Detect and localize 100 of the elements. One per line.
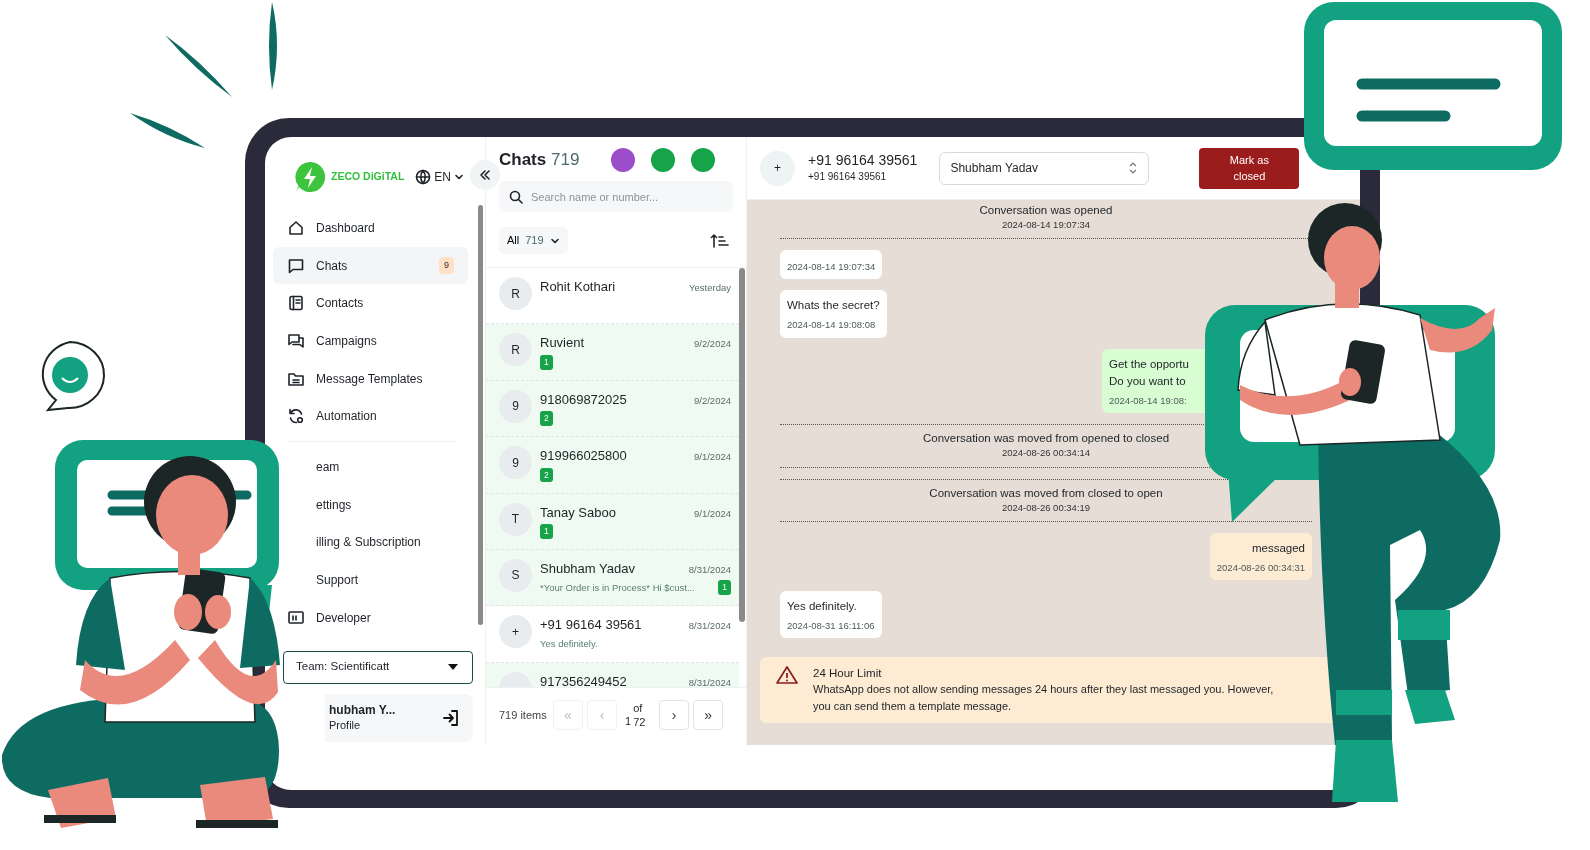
sort-icon[interactable] (710, 232, 730, 249)
warning-icon (776, 664, 798, 685)
nav-item[interactable]: Developer (285, 598, 371, 637)
chat-time: 8/31/2024 (688, 675, 731, 687)
avatar: 9 (499, 389, 532, 423)
chat-time: 8/31/2024 (688, 562, 731, 577)
event-text: Conversation was moved from closed to open (928, 485, 1164, 501)
unread-badge: 1 (718, 580, 731, 596)
contact-name: 918069872025 (540, 390, 627, 409)
chat-row[interactable]: T Tanay Saboo 9/1/2024 1 (486, 493, 739, 550)
message-text: messaged (1250, 540, 1305, 556)
search-field[interactable]: Search name or number... (499, 181, 733, 212)
address-book-icon (287, 294, 305, 313)
caret-icon (448, 663, 458, 672)
language-selector[interactable]: EN (415, 168, 464, 186)
logout-icon (441, 707, 461, 728)
assignee-select[interactable]: Shubham Yadav (939, 151, 1150, 185)
double-chevron-left-icon (478, 168, 492, 182)
item-count: 719 items (499, 707, 548, 723)
contact-name: Tanay Saboo (540, 503, 616, 522)
avatar: 9 (499, 446, 532, 480)
avatar: + (760, 150, 795, 186)
unread-badge: 1 (540, 354, 553, 370)
avatar: S (499, 558, 532, 592)
nav-item[interactable]: Message Templates (273, 359, 468, 398)
profile-link[interactable]: Profile (329, 717, 396, 733)
chat-row[interactable]: S Shubham Yadav 8/31/2024 *Your Order is in Process* Hi $cust... 1 (486, 549, 739, 607)
contact-name: +91 96164 39561 (808, 152, 918, 169)
nav-item[interactable]: Contacts (273, 284, 468, 323)
mark-closed-button[interactable]: Mark as closed (1199, 147, 1300, 189)
page-button[interactable]: » (693, 700, 724, 730)
nav-item[interactable]: Support (316, 561, 359, 599)
brand-name: ZECO DiGiTAL (331, 169, 405, 185)
chat-row[interactable]: R Ruvient 9/2/2024 1 (486, 324, 739, 381)
message-time: 2024-08-14 19:08: (1109, 394, 1188, 409)
contact-name: +91 96164 39561 (540, 616, 642, 635)
nav-item[interactable]: illing & Subscription (316, 523, 421, 562)
message-time: 2024-08-14 19:08:08 (787, 318, 877, 333)
chat-time: 9/1/2024 (694, 450, 731, 465)
message-time: 2024-08-14 19:07:34 (787, 260, 876, 275)
globe-icon (415, 169, 432, 185)
contact-name: Rohit Kothari (540, 278, 616, 296)
avatar: + (499, 615, 532, 649)
chat-time: 8/31/2024 (688, 619, 731, 634)
scrollbar[interactable] (739, 268, 745, 622)
chevron-down-icon (454, 172, 464, 182)
message-text: Whats the secret? (787, 298, 880, 314)
chat-row[interactable]: 9 919966025800 9/1/2024 2 (486, 437, 739, 494)
up-down-chevron-icon (1128, 161, 1139, 175)
scrollbar[interactable] (478, 205, 483, 625)
count-badge: 9 (439, 256, 454, 275)
chat-time: Yesterday (689, 281, 731, 295)
message-text: Get the opportu (1109, 356, 1190, 372)
message-preview: *Your Order is in Process* Hi $cust... (540, 580, 695, 595)
chat-bubbles-icon (287, 331, 305, 350)
smiley-bubble-icon (41, 341, 105, 411)
nav-item[interactable]: ettings (316, 485, 352, 524)
event-time: 2024-08-14 19:07:34 (1000, 217, 1092, 232)
filter-dropdown[interactable]: All 719 (499, 227, 568, 254)
list-title: Chats 719 (499, 149, 580, 172)
chat-row[interactable]: 9 918069872025 9/2/2024 2 (486, 380, 739, 438)
contact-name: Ruvient (540, 334, 585, 353)
page-number: 1 (625, 713, 632, 729)
event-text: Conversation was moved from opened to closed (921, 431, 1171, 447)
unread-badge: 2 (540, 411, 553, 427)
nav-item[interactable]: eam (316, 448, 340, 486)
event-time: 2024-08-26 00:34:19 (1000, 500, 1092, 515)
monitor-icon (287, 608, 305, 627)
page-button[interactable]: › (659, 700, 690, 730)
team-select[interactable]: Team: Scientificatt (283, 650, 473, 684)
nav-item[interactable]: Campaigns (273, 322, 468, 360)
event-text: Conversation was opened (978, 203, 1114, 218)
event-time: 2024-08-26 00:34:14 (1000, 446, 1092, 461)
message-text: Yes definitely. (787, 598, 858, 614)
avatar: R (499, 333, 532, 367)
avatar: R (499, 277, 532, 310)
collapse-button[interactable] (470, 160, 500, 190)
chat-row[interactable]: 917356249452 8/31/2024 (486, 662, 739, 687)
message-text: Do you want to (1109, 374, 1187, 390)
warning-text: you can send them a template message. (813, 699, 1013, 714)
search-icon (509, 190, 523, 204)
message-preview: Yes definitely. (540, 636, 598, 651)
chat-row[interactable]: + +91 96164 39561 8/31/2024 Yes definitely. (486, 606, 739, 663)
message-time: 2024-08-26 00:34:31 (1216, 560, 1305, 575)
contact-name: 917356249452 (540, 672, 627, 687)
page-total: of 72 (633, 700, 647, 730)
nav-item[interactable]: Chats 9 (273, 246, 468, 285)
home-icon (287, 218, 305, 237)
contact-phone: +91 96164 39561 (808, 169, 888, 184)
unread-badge: 2 (540, 467, 553, 483)
chat-time: 9/2/2024 (694, 337, 731, 352)
chat-time: 9/1/2024 (694, 506, 731, 521)
nav-item[interactable]: Dashboard (273, 209, 468, 247)
contact-name: Shubham Yadav (540, 559, 635, 578)
nav-item[interactable]: Automation (273, 397, 468, 436)
brand-logo-icon (293, 160, 327, 194)
avatar: T (499, 502, 532, 536)
chat-time: 9/2/2024 (694, 393, 731, 408)
chat-bubble-icon (287, 256, 305, 275)
message-time: 2024-08-31 16:11:06 (787, 618, 875, 633)
